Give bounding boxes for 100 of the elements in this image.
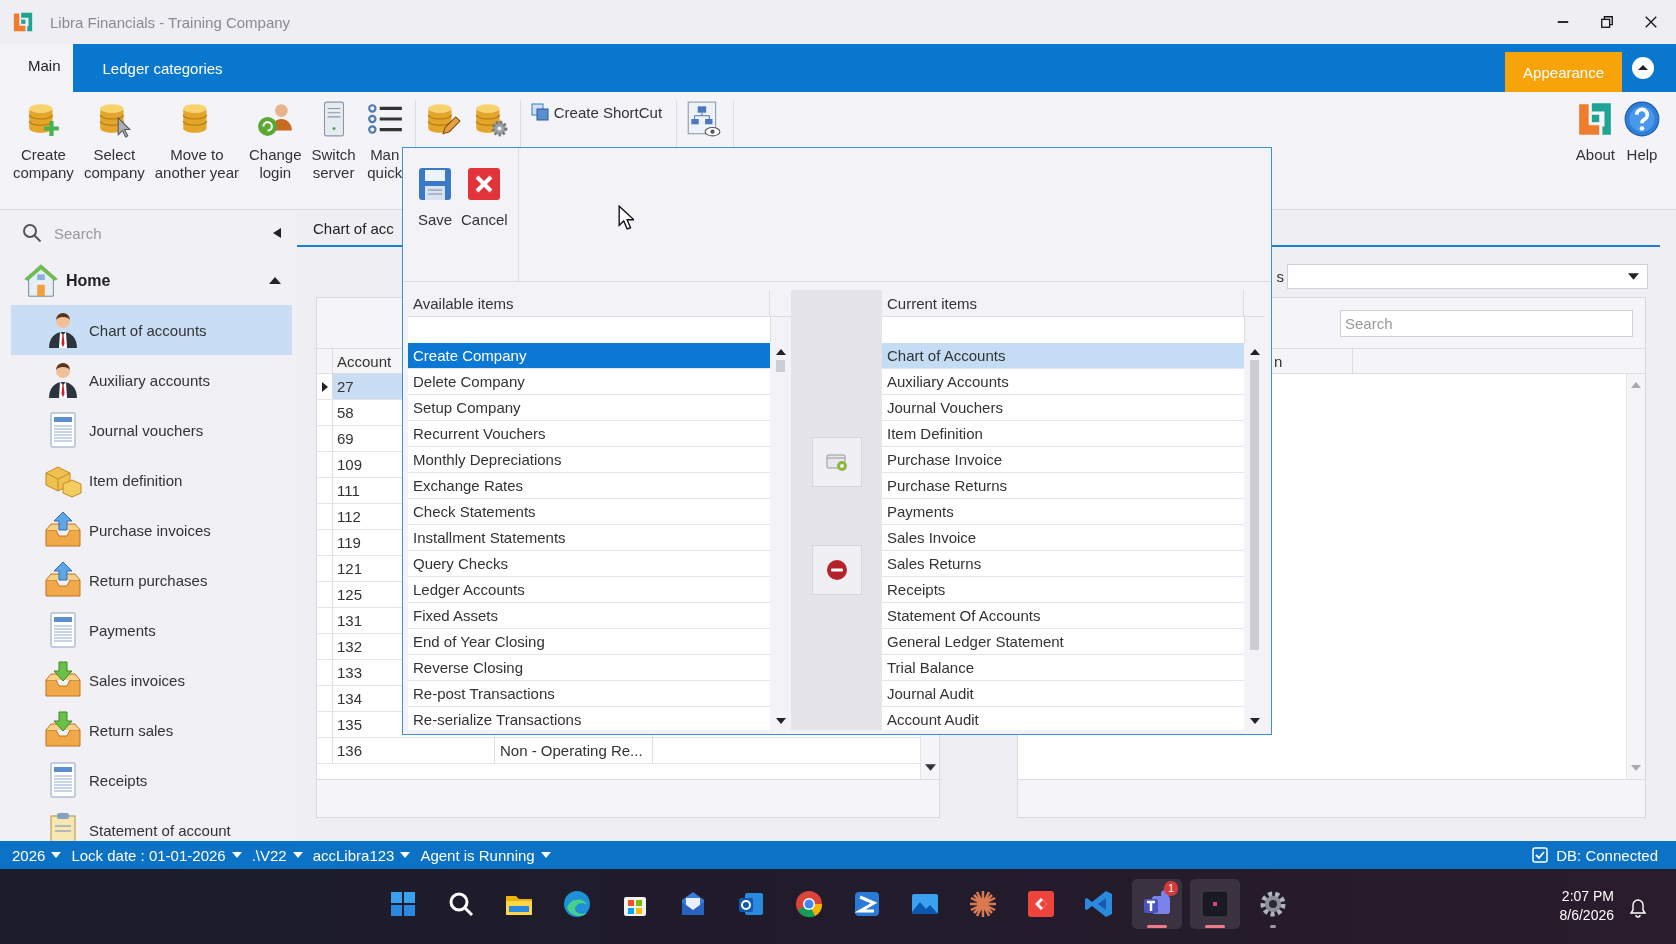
search-field[interactable]: Search xyxy=(52,223,273,243)
list-item[interactable]: Re-post Transactions xyxy=(408,681,770,707)
caret-icon[interactable] xyxy=(269,277,281,284)
taskbar-app[interactable] xyxy=(1190,879,1240,929)
ribbon-button[interactable]: Create company xyxy=(10,100,77,182)
status-dropdown[interactable]: .\V22 xyxy=(251,846,303,864)
list-item[interactable]: Statement Of Accounts xyxy=(882,603,1244,629)
table-cell: 136 xyxy=(333,738,495,763)
list-item[interactable]: Chart of Accounts xyxy=(882,343,1244,369)
starburst-icon xyxy=(967,888,999,920)
search-icon xyxy=(22,223,42,243)
list-item[interactable]: Auxiliary Accounts xyxy=(882,369,1244,395)
bell-icon[interactable] xyxy=(1628,898,1648,918)
scroll-up-icon[interactable] xyxy=(1249,349,1260,355)
row-indicator-icon xyxy=(321,381,328,392)
list-item[interactable]: Purchase Returns xyxy=(882,473,1244,499)
scroll-down-icon[interactable] xyxy=(1249,718,1260,724)
sidebar-item[interactable]: Auxiliary accounts xyxy=(11,355,292,405)
list-item[interactable]: Item Definition xyxy=(882,421,1244,447)
list-item[interactable]: Reverse Closing xyxy=(408,655,770,681)
list-item[interactable]: Ledger Accounts xyxy=(408,577,770,603)
filter-label: s xyxy=(1276,268,1284,285)
sidebar-item[interactable]: Receipts xyxy=(11,755,292,805)
terminal-icon xyxy=(1199,888,1231,920)
list-item[interactable]: Exchange Rates xyxy=(408,473,770,499)
scroll-down-icon[interactable] xyxy=(775,718,786,724)
ribbon-button[interactable]: Select company xyxy=(80,100,148,182)
list-item[interactable]: End of Year Closing xyxy=(408,629,770,655)
list-item[interactable]: Purchase Invoice xyxy=(882,447,1244,473)
list-item[interactable]: Sales Invoice xyxy=(882,525,1244,551)
list-item[interactable]: General Ledger Statement xyxy=(882,629,1244,655)
sidebar-item[interactable]: Item definition xyxy=(11,455,292,505)
list-item[interactable]: Check Statements xyxy=(408,499,770,525)
cancel-icon xyxy=(466,166,503,202)
checkbox[interactable] xyxy=(1532,847,1549,863)
ribbon-button[interactable]: Create ShortCut xyxy=(524,100,669,124)
ribbon-button[interactable]: Move to another year xyxy=(151,100,242,182)
scroll-down-icon[interactable] xyxy=(924,764,936,771)
sidebar-item[interactable]: Statement of account xyxy=(11,805,292,841)
dropdown-field[interactable] xyxy=(1287,264,1648,289)
list-item[interactable]: Fixed Assets xyxy=(408,603,770,629)
scrollbar-thumb[interactable] xyxy=(776,360,785,372)
sidebar-item[interactable]: Sales invoices xyxy=(11,655,292,705)
tray-up-icon xyxy=(43,510,83,550)
list-item[interactable]: Receipts xyxy=(882,577,1244,603)
list-item[interactable]: Create Company xyxy=(408,343,770,369)
list-item[interactable]: Delete Company xyxy=(408,369,770,395)
ribbon-tab[interactable]: Ledger categories xyxy=(78,44,243,92)
section-title: Home xyxy=(66,271,111,290)
sidebar-item[interactable]: Return purchases xyxy=(11,555,292,605)
sidebar-item[interactable]: Payments xyxy=(11,605,292,655)
taskbar-app[interactable]: 1 xyxy=(1132,879,1182,929)
ribbon-button[interactable]: Change login xyxy=(246,100,305,182)
status-dropdown[interactable]: accLibra123 xyxy=(312,846,411,864)
list-item[interactable]: Payments xyxy=(882,499,1244,525)
list-item[interactable]: Recurrent Vouchers xyxy=(408,421,770,447)
list-item[interactable]: Journal Audit xyxy=(882,681,1244,707)
sidebar-item[interactable]: Purchase invoices xyxy=(11,505,292,555)
table-cell: Non - Operating Re... xyxy=(500,742,643,759)
list-item[interactable]: Installment Statements xyxy=(408,525,770,551)
scroll-up-icon[interactable] xyxy=(775,349,786,355)
restore-icon[interactable] xyxy=(1600,15,1614,29)
sidebar-item[interactable]: Journal vouchers xyxy=(11,405,292,455)
status-dropdown[interactable]: Lock date : 01-01-2026 xyxy=(71,846,242,864)
column-header: Current items xyxy=(882,290,1244,316)
window-title: Libra Financials - Training Company xyxy=(50,13,291,31)
sidebar-item[interactable]: Chart of accounts xyxy=(11,305,292,355)
remove-icon xyxy=(824,558,849,582)
collapse-icon[interactable] xyxy=(273,228,281,238)
list-item[interactable]: Journal Vouchers xyxy=(882,395,1244,421)
ribbon-button[interactable]: Man quick xyxy=(362,100,407,182)
collapse-ribbon-icon[interactable] xyxy=(1632,57,1654,79)
ribbon-button[interactable]: Help xyxy=(1620,100,1664,164)
caret-icon xyxy=(231,852,242,858)
search-field[interactable]: Search xyxy=(1340,309,1633,337)
caret-icon xyxy=(1628,273,1639,280)
status-dropdown[interactable]: Agent is Running xyxy=(420,846,551,864)
filter-field[interactable] xyxy=(408,317,771,343)
column-header: Available items xyxy=(408,290,770,316)
status-dropdown[interactable]: 2026 xyxy=(12,846,62,864)
scrollbar-thumb[interactable] xyxy=(1250,360,1259,650)
list-item[interactable]: Setup Company xyxy=(408,395,770,421)
tray-down-icon xyxy=(43,660,83,700)
caret-icon xyxy=(400,852,411,858)
remove-button[interactable] xyxy=(811,545,862,595)
caret-icon xyxy=(292,852,303,858)
close-icon[interactable] xyxy=(1644,15,1658,29)
list-item[interactable]: Sales Returns xyxy=(882,551,1244,577)
ribbon-tab[interactable]: Main xyxy=(0,44,73,92)
list-item[interactable]: Monthly Depreciations xyxy=(408,447,770,473)
sidebar-item[interactable]: Return sales xyxy=(11,705,292,755)
ribbon-button[interactable]: About xyxy=(1572,100,1618,164)
list-item[interactable]: Trial Balance xyxy=(882,655,1244,681)
app-logo-icon xyxy=(12,11,34,33)
toolbar-button[interactable]: Cancel xyxy=(461,166,508,281)
help-icon xyxy=(1623,100,1661,138)
list-item[interactable]: Query Checks xyxy=(408,551,770,577)
ribbon-button[interactable]: Switch server xyxy=(308,100,359,182)
toolbar-button[interactable]: Save xyxy=(417,166,453,281)
filter-field[interactable] xyxy=(882,317,1245,343)
